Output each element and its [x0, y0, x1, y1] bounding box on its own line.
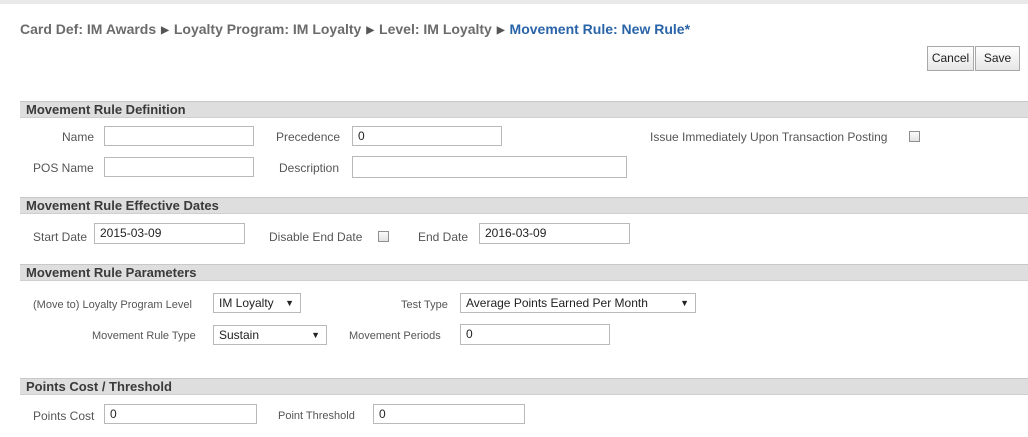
- description-input[interactable]: [352, 156, 627, 178]
- rule-type-select[interactable]: Sustain ▼: [213, 325, 327, 345]
- save-button[interactable]: Save: [975, 46, 1020, 71]
- precedence-input[interactable]: 0: [352, 126, 502, 146]
- precedence-label: Precedence: [276, 130, 341, 144]
- description-label: Description: [279, 161, 340, 175]
- movement-periods-label: Movement Periods: [349, 330, 441, 342]
- test-type-label: Test Type: [401, 299, 448, 311]
- issue-immediately-checkbox[interactable]: [909, 131, 920, 142]
- cancel-button[interactable]: Cancel: [927, 46, 974, 71]
- breadcrumb-card-def[interactable]: Card Def: IM Awards: [20, 21, 156, 37]
- points-cost-label: Points Cost: [33, 409, 95, 423]
- level-label: (Move to) Loyalty Program Level: [33, 299, 192, 311]
- pos-name-label: POS Name: [33, 161, 94, 175]
- top-border: [0, 0, 1028, 4]
- rule-type-label: Movement Rule Type: [92, 330, 196, 342]
- breadcrumb-level[interactable]: Level: IM Loyalty: [379, 21, 492, 37]
- disable-end-date-label: Disable End Date: [269, 230, 363, 244]
- breadcrumb: Card Def: IM Awards ▶ Loyalty Program: IM …: [20, 21, 690, 37]
- section-points-header: Points Cost / Threshold: [20, 378, 1028, 395]
- issue-immediately-label: Issue Immediately Upon Transaction Posti…: [650, 130, 888, 144]
- end-date-label: End Date: [418, 230, 469, 244]
- level-select-value: IM Loyalty: [219, 296, 274, 310]
- point-threshold-label: Point Threshold: [278, 410, 355, 422]
- movement-periods-input[interactable]: 0: [460, 324, 610, 345]
- name-input[interactable]: [104, 126, 254, 146]
- points-cost-input[interactable]: 0: [104, 404, 257, 424]
- test-type-select[interactable]: Average Points Earned Per Month ▼: [460, 293, 696, 313]
- section-title: Movement Rule Effective Dates: [26, 198, 219, 213]
- section-parameters-header: Movement Rule Parameters: [20, 264, 1028, 281]
- point-threshold-input[interactable]: 0: [373, 404, 525, 424]
- chevron-down-icon: ▼: [311, 330, 320, 340]
- chevron-down-icon: ▼: [680, 298, 689, 308]
- section-dates-header: Movement Rule Effective Dates: [20, 197, 1028, 214]
- breadcrumb-separator-icon: ▶: [496, 25, 505, 36]
- pos-name-input[interactable]: [104, 157, 254, 177]
- test-type-select-value: Average Points Earned Per Month: [466, 296, 648, 310]
- section-title: Movement Rule Parameters: [26, 265, 197, 280]
- chevron-down-icon: ▼: [285, 298, 294, 308]
- end-date-input[interactable]: 2016-03-09: [479, 223, 630, 244]
- section-definition-header: Movement Rule Definition: [20, 101, 1028, 118]
- breadcrumb-separator-icon: ▶: [161, 25, 169, 36]
- start-date-label: Start Date: [33, 230, 88, 244]
- level-select[interactable]: IM Loyalty ▼: [213, 293, 301, 313]
- section-title: Points Cost / Threshold: [26, 379, 172, 394]
- breadcrumb-loyalty-program[interactable]: Loyalty Program: IM Loyalty: [174, 21, 361, 37]
- rule-type-select-value: Sustain: [219, 328, 260, 342]
- disable-end-date-checkbox[interactable]: [378, 231, 389, 242]
- section-title: Movement Rule Definition: [26, 102, 186, 117]
- name-label: Name: [62, 130, 95, 144]
- breadcrumb-separator-icon: ▶: [366, 25, 375, 36]
- start-date-input[interactable]: 2015-03-09: [94, 223, 245, 244]
- breadcrumb-current: Movement Rule: New Rule*: [509, 21, 691, 37]
